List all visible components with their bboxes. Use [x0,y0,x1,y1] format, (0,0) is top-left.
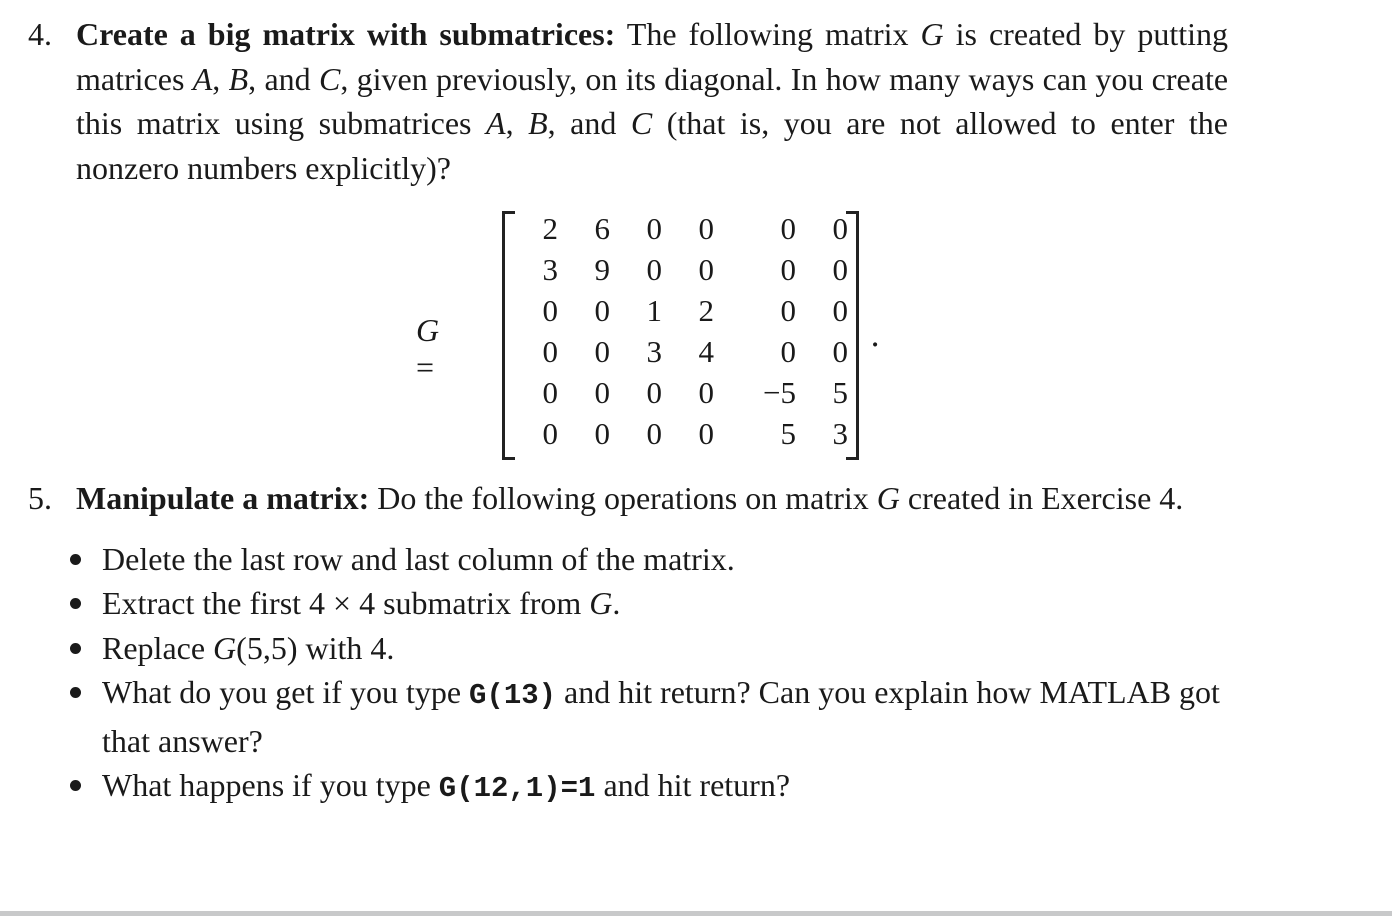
matrix-cell: 3 [542,252,559,287]
bullet-list: Delete the last row and last column of t… [28,537,1228,812]
matrix-cell: 0 [780,334,797,369]
exercise-4: 4. Create a big matrix with submatrices:… [28,12,1228,190]
matrix-cell: −5 [763,375,796,410]
text-run: , [212,60,229,97]
text-run: Do the following operations on matrix [369,480,877,516]
bullet-item: What happens if you type G(12,1)=1 and h… [28,763,1228,812]
math-var-b: B [228,60,249,97]
bullet-icon [70,642,81,654]
text-run: Delete the last row and last column of t… [102,540,735,577]
text-run: created in Exercise 4. [899,480,1184,516]
equation-period: . [870,316,881,354]
exercise-title: Manipulate a matrix: [76,480,370,516]
math-var-b: B [528,105,548,141]
math-var-g: G [876,480,900,516]
text-run: The following matrix [615,16,921,52]
exercise-number: 4. [28,16,52,52]
bullet-icon [70,598,81,609]
matrix-cell: 6 [594,211,611,246]
matrix-cell: 0 [698,252,715,287]
matrix-cell: 0 [646,375,663,410]
bullet-icon [70,780,81,791]
bullet-icon [70,553,81,565]
equals-sign: = [416,349,435,385]
page-bottom-divider [0,911,1392,916]
text-run: , and [248,60,319,97]
math-var-c: C [318,60,341,97]
text-run: , and [547,105,631,141]
text-run: and hit return? [595,767,791,803]
bullet-icon [70,687,81,698]
text-run: . [612,585,621,621]
equation-lhs: G = [416,312,439,386]
matrix-cell: 0 [780,211,797,246]
text-run: What happens if you type [102,767,439,803]
matrix-cell: 0 [780,252,797,287]
text-run: (5,5) with 4. [236,629,395,666]
matrix-cell: 0 [698,416,715,451]
math-var-a: A [192,60,213,97]
bullet-item: Extract the first 4 × 4 submatrix from G… [28,581,1228,626]
exercise-5: 5. Manipulate a matrix: Do the following… [28,476,1228,812]
matrix-cell: 2 [698,293,715,328]
matrix-cell: 0 [542,293,559,328]
matrix-cell: 0 [594,416,611,451]
code-snippet: G(12,1)=1 [438,772,596,805]
right-bracket [846,211,859,460]
text-run: Extract the first 4 × 4 submatrix from [102,585,590,621]
document-page: 4. Create a big matrix with submatrices:… [0,0,1392,912]
matrix-cell: 9 [594,252,611,287]
matrix-cell: 0 [542,334,559,369]
bullet-item: Delete the last row and last column of t… [28,537,1228,582]
matrix-cell: 0 [646,211,663,246]
matrix-cell: 0 [594,293,611,328]
matrix-cell: 5 [780,416,797,451]
exercise-title: Create a big matrix with submatrices: [76,16,616,52]
matrix-cell: 0 [594,334,611,369]
text-run: Replace [102,629,214,666]
matrix-cell: 0 [646,252,663,287]
matrix-cell: 1 [646,293,663,328]
math-var-g: G [416,312,440,348]
text-run: , [505,105,529,141]
exercise-number: 5. [28,480,52,516]
bullet-item: What do you get if you type G(13) and hi… [28,670,1228,763]
matrix-cell: 0 [542,416,559,451]
matrix-g: 2 6 0 0 0 0 3 9 0 0 0 0 0 0 1 2 0 0 0 0 3 4 0 0 0 0 0 0 −5 5 0 0 0 0 5 3 [520,208,862,454]
math-var-g: G [920,16,944,52]
text-run: What do you get if you type [102,674,470,710]
matrix-cell: 0 [594,375,611,410]
math-var-g: G [589,585,613,621]
math-var-a: A [486,105,506,141]
matrix-cell: 0 [780,293,797,328]
matrix-cell: 0 [698,375,715,410]
math-var-c: C [630,105,653,141]
matrix-cell: 3 [646,334,663,369]
matrix-cell: 2 [542,211,559,246]
math-var-g: G [213,629,237,666]
matrix-cell: 0 [698,211,715,246]
bullet-item: Replace G(5,5) with 4. [28,626,1228,671]
matrix-cell: 0 [646,416,663,451]
matrix-cell: 0 [542,375,559,410]
exercise-5-text: Manipulate a matrix: Do the following op… [76,476,1228,521]
code-snippet: G(13) [469,679,557,712]
matrix-cell: 4 [698,334,715,369]
exercise-4-text: Create a big matrix with submatrices: Th… [76,12,1228,190]
left-bracket [502,211,515,460]
